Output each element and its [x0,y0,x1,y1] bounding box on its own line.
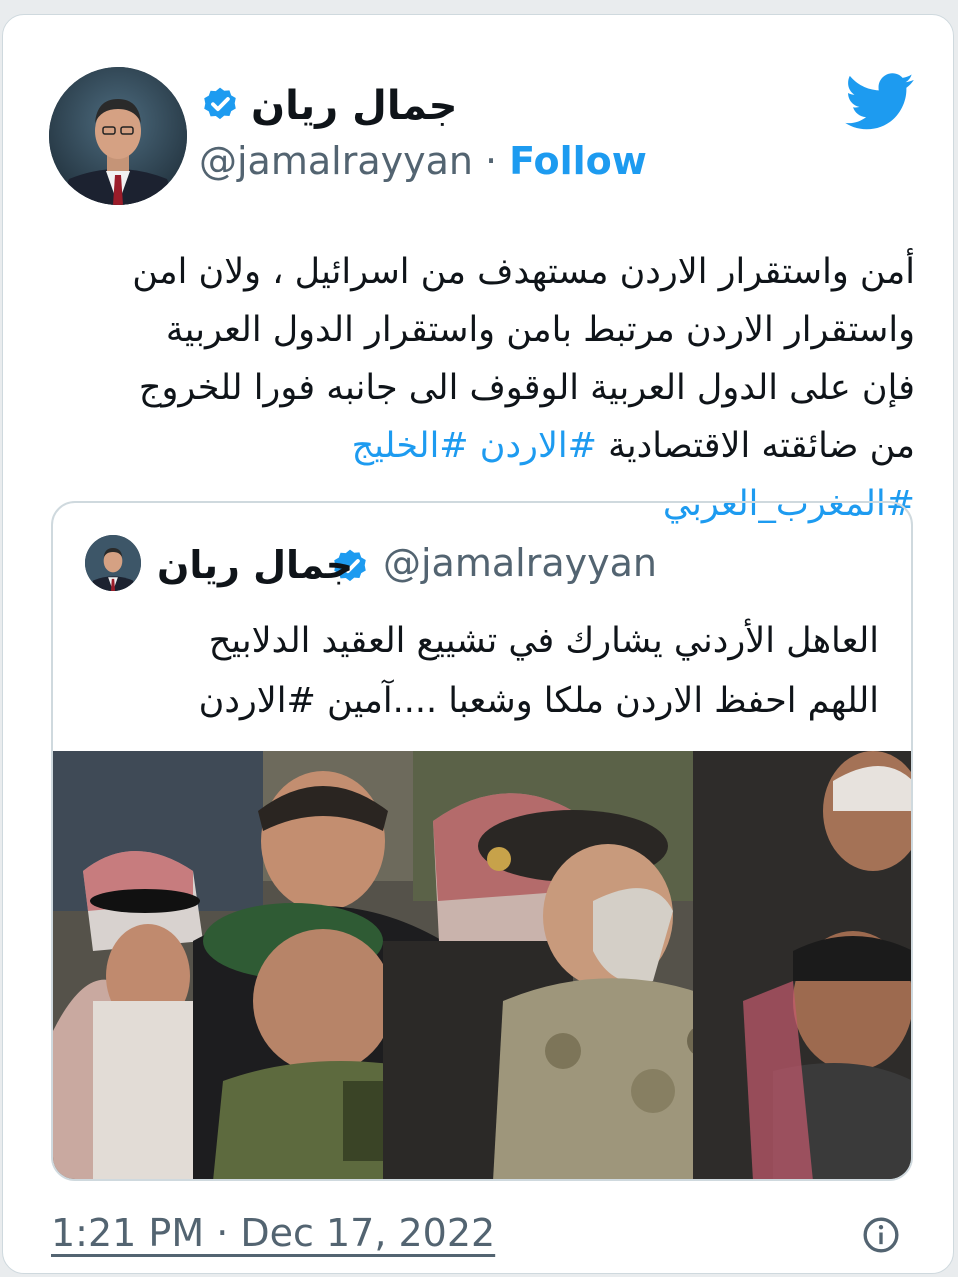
quoted-author-avatar [85,535,141,591]
avatar-photo [49,67,187,205]
tweet-card[interactable]: جمال ريان @jamalrayyan · Follow أمن واست… [2,14,954,1274]
info-icon[interactable] [861,1215,901,1255]
author-display-name[interactable]: جمال ريان [251,83,458,129]
quoted-tweet-header: @jamalrayyan جمال ريان [53,533,911,593]
quoted-tweet-photo[interactable] [53,751,913,1181]
tweet-body: أمن واستقرار الاردن مستهدف من اسرائيل ، … [123,243,915,533]
twitter-bird-icon[interactable] [845,73,915,131]
quoted-tweet[interactable]: @jamalrayyan جمال ريان العاهل الأردني يش… [51,501,913,1181]
author-name-row: جمال ريان [199,83,458,129]
author-handle[interactable]: @jamalrayyan [199,139,473,183]
quoted-tweet-text: العاهل الأردني يشارك في تشييع العقيد الد… [173,611,879,731]
quoted-line-2-text: اللهم احفظ الاردن ملكا وشعبا ....آمين [326,681,879,721]
quoted-author-handle: @jamalrayyan [383,541,657,585]
verified-badge-icon [199,85,241,127]
tweet-timestamp[interactable]: 1:21 PM · Dec 17, 2022 [51,1211,495,1255]
follow-button[interactable]: Follow [509,139,647,183]
quoted-line-2-tag: #الاردن [198,681,316,721]
separator-dot: · [484,139,498,183]
quoted-author-display-name: جمال ريان [157,543,354,587]
quoted-line-2: اللهم احفظ الاردن ملكا وشعبا ....آمين #ا… [173,671,879,731]
author-avatar[interactable] [49,67,187,205]
author-handle-row: @jamalrayyan · Follow [199,139,647,183]
quoted-line-1: العاهل الأردني يشارك في تشييع العقيد الد… [208,621,879,661]
